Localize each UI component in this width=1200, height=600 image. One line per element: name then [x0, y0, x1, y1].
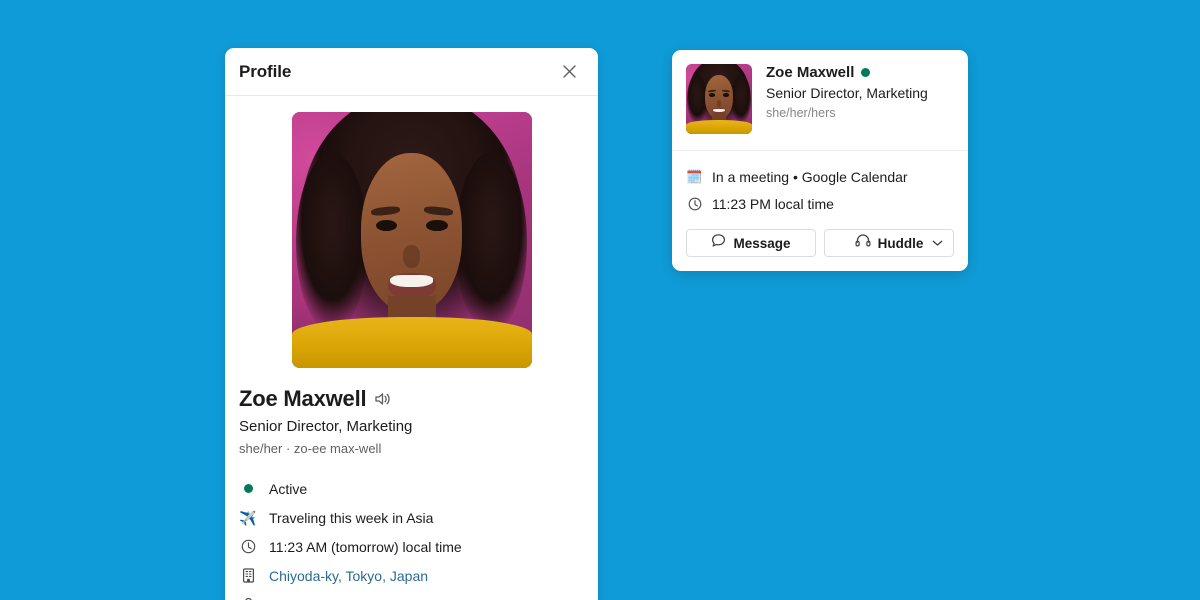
profile-name-row: Zoe Maxwell [239, 386, 584, 412]
profile-panel: Profile Zoe Maxwell Senior Director, Mar… [225, 48, 598, 600]
profile-name: Zoe Maxwell [239, 386, 367, 411]
clock-icon [239, 539, 257, 554]
attribute-link-location[interactable]: Chiyoda-ky, Tokyo, Japan [269, 568, 428, 584]
profile-pronouns: she/her · zo-ee max-well [239, 441, 382, 456]
avatar[interactable] [291, 112, 532, 368]
hover-card-name: Zoe Maxwell [766, 64, 855, 81]
attribute-label: Active [269, 480, 308, 497]
airplane-icon: ✈️ [239, 509, 257, 526]
profile-panel-header: Profile [225, 48, 598, 96]
huddle-button-label: Huddle [877, 235, 924, 251]
hover-card-local-time: 11:23 PM local time [712, 195, 834, 212]
profile-hover-card: Zoe Maxwell Senior Director, Marketing s… [672, 50, 968, 271]
hover-card-pronouns: she/her/hers [766, 106, 836, 120]
list-item: ✈️ Traveling this week in Asia [239, 503, 584, 532]
list-item: Active [239, 474, 584, 503]
profile-photo-small [686, 64, 752, 134]
message-bubble-icon [711, 233, 726, 253]
hover-card-name-row: Zoe Maxwell [766, 64, 928, 81]
chevron-down-icon[interactable] [932, 239, 943, 247]
presence-dot-icon [861, 68, 871, 77]
profile-attribute-list: Active ✈️ Traveling this week in Asia 11… [239, 474, 584, 600]
hover-card-status-row: 🗓️ In a meeting • Google Calendar [686, 163, 954, 190]
hover-card-header: Zoe Maxwell Senior Director, Marketing s… [672, 50, 968, 151]
list-item[interactable]: Chiyoda-ky, Tokyo, Japan [239, 561, 584, 590]
speaker-icon[interactable] [374, 391, 391, 407]
hover-card-role: Senior Director, Marketing [766, 85, 928, 101]
profile-panel-body: Zoe Maxwell Senior Director, Marketing s… [225, 96, 598, 600]
profile-role: Senior Director, Marketing [239, 418, 413, 435]
message-button-label: Message [733, 235, 791, 251]
close-icon[interactable] [556, 59, 582, 85]
hover-card-status-text: In a meeting • Google Calendar [712, 168, 908, 185]
hover-card-body: 🗓️ In a meeting • Google Calendar 11:23 … [672, 151, 968, 271]
attribute-label: 11:23 AM (tomorrow) local time [269, 538, 462, 555]
profile-photo [291, 112, 532, 368]
headphones-icon [855, 233, 871, 253]
clock-icon [686, 197, 703, 211]
building-icon [239, 568, 257, 583]
calendar-icon: 🗓️ [686, 169, 703, 184]
attribute-label: Traveling this week in Asia [269, 509, 434, 526]
huddle-button[interactable]: Huddle [824, 229, 954, 257]
message-button[interactable]: Message [686, 229, 816, 257]
attribute-link-employment[interactable]: Full time employee [269, 597, 387, 600]
green-status-dot-icon [239, 484, 257, 493]
hover-card-actions: Message Huddle [686, 229, 954, 257]
page-title: Profile [239, 61, 292, 81]
list-item[interactable]: Full time employee [239, 590, 584, 600]
list-item: 11:23 AM (tomorrow) local time [239, 532, 584, 561]
avatar[interactable] [686, 64, 752, 134]
hover-card-identity: Zoe Maxwell Senior Director, Marketing s… [766, 64, 928, 134]
hover-card-time-row: 11:23 PM local time [686, 190, 954, 217]
